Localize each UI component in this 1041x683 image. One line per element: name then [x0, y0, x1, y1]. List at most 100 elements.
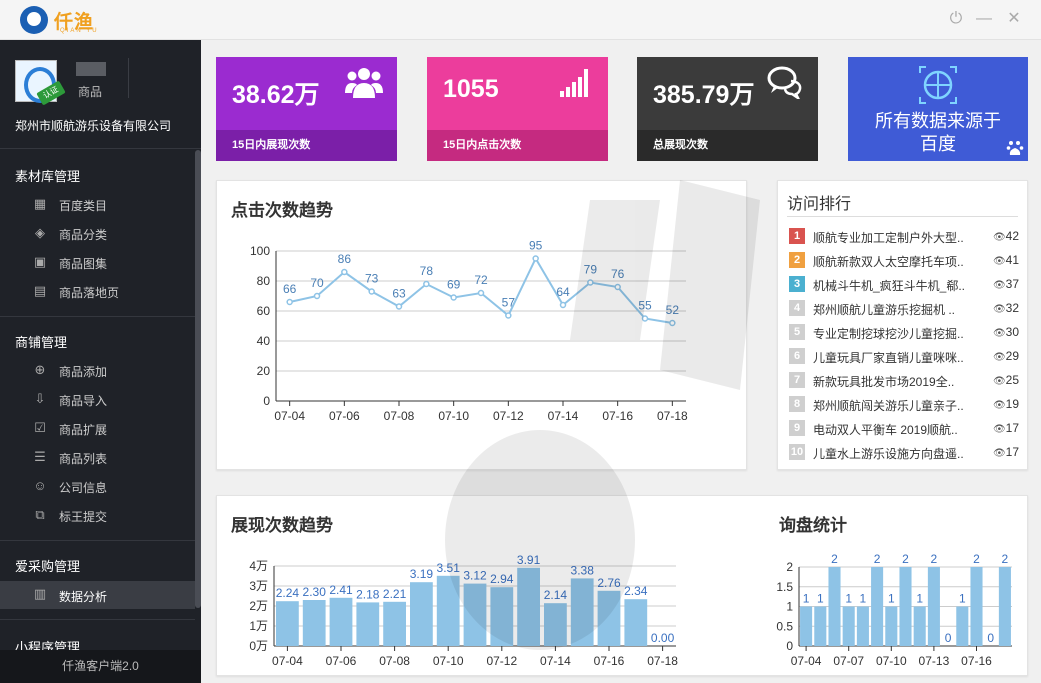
bar	[885, 606, 898, 646]
data-label: 76	[611, 267, 625, 281]
bar	[302, 600, 326, 646]
eye-icon: 👁	[992, 256, 1006, 267]
sidebar-item-product-import[interactable]: ⇩ 商品导入	[0, 386, 195, 412]
sidebar-item-baidu-category[interactable]: ▦ 百度类目	[0, 191, 195, 217]
power-icon[interactable]: ⏻	[947, 10, 965, 28]
data-point	[587, 279, 594, 286]
data-label: 57	[502, 296, 516, 310]
rank-views: 👁32	[993, 301, 1019, 315]
ranking-row[interactable]: 8 郑州顺航闯关游乐儿童亲子.. 👁19	[787, 394, 1019, 418]
y-tick-label: 80	[257, 274, 271, 288]
rank-views-value: 25	[1005, 373, 1019, 387]
bar	[436, 575, 460, 646]
x-tick-label: 07-13	[919, 654, 950, 668]
sidebar-item-label: 数据分析	[59, 590, 108, 604]
divider	[0, 619, 195, 620]
stat-label: 总展现次数	[637, 130, 818, 161]
sidebar-item-company-info[interactable]: ☺ 公司信息	[0, 473, 195, 499]
sidebar-item-product-list[interactable]: ☰ 商品列表	[0, 444, 195, 470]
data-label: 2.41	[329, 583, 353, 597]
ranking-row[interactable]: 2 顺航新款双人太空摩托车项.. 👁41	[787, 250, 1019, 274]
rank-product-name: 顺航新款双人太空摩托车项..	[813, 255, 964, 269]
plus-circle-icon: ⊕	[34, 362, 46, 377]
rank-number: 8	[789, 396, 805, 412]
y-tick-label: 20	[257, 364, 271, 378]
ranking-row[interactable]: 6 儿童玩具厂家直销儿童咪咪.. 👁29	[787, 346, 1019, 370]
x-tick-label: 07-10	[876, 654, 907, 668]
y-tick-label: 100	[250, 244, 270, 258]
rank-product-name: 郑州顺航闯关游乐儿童亲子..	[813, 399, 964, 413]
bar	[463, 583, 487, 646]
bar	[624, 599, 648, 646]
banner-line2: 百度	[920, 134, 956, 154]
x-tick-label: 07-18	[657, 409, 688, 423]
divider	[0, 316, 195, 317]
rank-views-value: 37	[1005, 277, 1019, 291]
ranking-row[interactable]: 7 新款玩具批发市场2019全.. 👁25	[787, 370, 1019, 394]
expand-icon: ☑	[34, 420, 46, 435]
bar	[871, 567, 884, 646]
sidebar-item-data-analysis[interactable]: ▥ 数据分析	[0, 581, 195, 609]
rank-product-name: 电动双人平衡车 2019顺航..	[813, 423, 958, 437]
sidebar-scrollbar[interactable]	[195, 150, 201, 608]
rank-number: 1	[789, 228, 805, 244]
sidebar-item-product-gallery[interactable]: ▣ 商品图集	[0, 249, 195, 275]
sidebar-item-submit[interactable]: ⧉ 标王提交	[0, 502, 195, 528]
y-tick-label: 40	[257, 334, 271, 348]
sidebar: 认证 商品 郑州市顺航游乐设备有限公司 素材库管理 ▦ 百度类目 ◈ 商品分类 …	[0, 40, 201, 683]
rank-views-value: 17	[1005, 445, 1019, 459]
rank-views-value: 19	[1005, 397, 1019, 411]
data-label: 95	[529, 239, 543, 253]
x-tick-label: 07-12	[493, 409, 524, 423]
data-label: 2	[1002, 552, 1009, 566]
rank-views-value: 30	[1005, 325, 1019, 339]
ranking-row[interactable]: 1 顺航专业加工定制户外大型.. 👁42	[787, 226, 1019, 250]
minimize-button[interactable]: —	[975, 10, 993, 28]
sidebar-item-product-category[interactable]: ◈ 商品分类	[0, 220, 195, 246]
close-button[interactable]: ✕	[1005, 10, 1023, 28]
rank-number: 3	[789, 276, 805, 292]
app-logo-icon	[20, 6, 48, 34]
sidebar-item-label: 标王提交	[59, 510, 108, 524]
inquiry-bar-chart: 00.511.5207-04 07-07 07-10 07-13 07-161 121 12…	[776, 552, 1012, 668]
data-label: 3.38	[571, 563, 595, 577]
sidebar-item-product-add[interactable]: ⊕ 商品添加	[0, 357, 195, 383]
data-label: 0	[987, 631, 994, 645]
bar	[329, 597, 353, 646]
y-tick-label: 0	[786, 639, 793, 653]
rank-views: 👁37	[993, 277, 1019, 291]
bar-chart-icon: ▥	[33, 586, 47, 601]
x-tick-label: 07-04	[272, 654, 303, 668]
ranking-title: 访问排行	[787, 196, 852, 213]
ranking-row[interactable]: 10 儿童水上游乐设施方向盘遥.. 👁17	[787, 442, 1019, 466]
sidebar-item-label: 商品落地页	[59, 286, 120, 300]
data-label: 2.24	[276, 586, 300, 600]
bar	[597, 590, 621, 646]
bar	[570, 578, 594, 646]
stat-label: 15日内展现次数	[216, 130, 397, 161]
ranking-row[interactable]: 3 机械斗牛机_疯狂斗牛机_郗.. 👁37	[787, 274, 1019, 298]
rank-number: 5	[789, 324, 805, 340]
eye-icon: 👁	[992, 328, 1006, 339]
ranking-row[interactable]: 9 电动双人平衡车 2019顺航.. 👁17	[787, 418, 1019, 442]
eye-icon: 👁	[992, 304, 1006, 315]
bar	[956, 606, 969, 646]
rank-views-value: 41	[1005, 253, 1019, 267]
ranking-row[interactable]: 5 专业定制挖球挖沙儿童挖掘.. 👁30	[787, 322, 1019, 346]
data-label: 2	[973, 552, 980, 566]
sidebar-item-product-expand[interactable]: ☑ 商品扩展	[0, 415, 195, 441]
image-icon: ▣	[33, 254, 47, 269]
bar	[856, 606, 869, 646]
user-info-icon: ☺	[33, 478, 47, 493]
data-point	[559, 301, 567, 309]
sidebar-item-landing-page[interactable]: ▤ 商品落地页	[0, 278, 195, 304]
bar	[814, 606, 827, 646]
data-point	[477, 289, 485, 297]
eye-icon: 👁	[992, 232, 1006, 243]
divider	[787, 216, 1018, 217]
y-tick-label: 1	[786, 600, 793, 614]
shop-label: 商品	[78, 85, 103, 99]
stat-card-impressions: 38.62万 15日内展现次数	[216, 57, 397, 161]
rank-views: 👁42	[993, 229, 1019, 243]
ranking-row[interactable]: 4 郑州顺航儿童游乐挖掘机 .. 👁32	[787, 298, 1019, 322]
